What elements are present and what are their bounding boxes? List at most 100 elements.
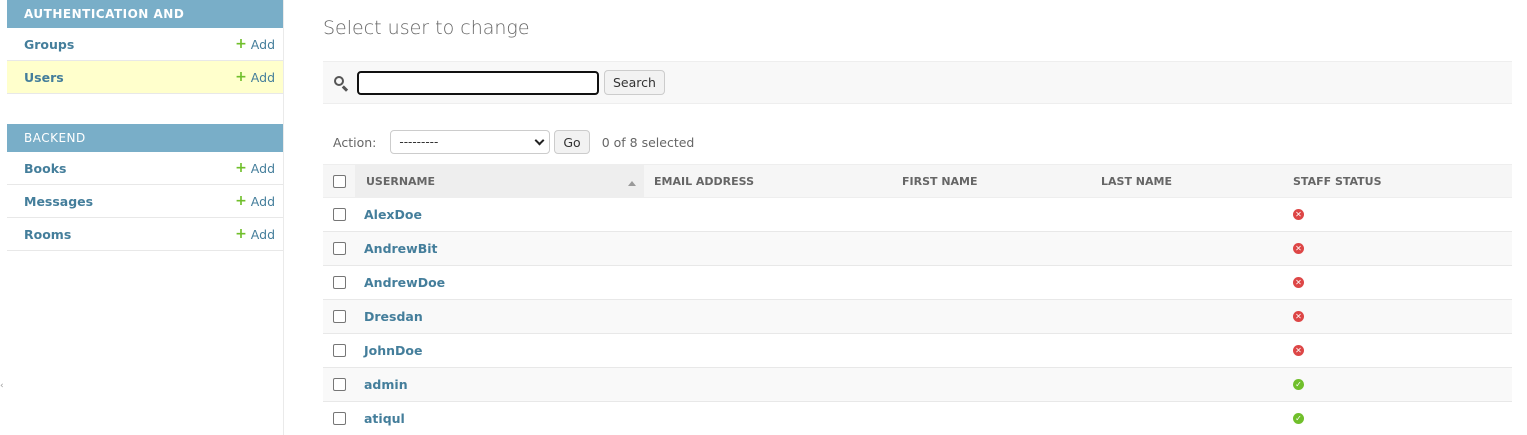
first-name-cell	[892, 300, 1091, 333]
add-users-link[interactable]: + Add	[235, 70, 275, 85]
email-cell	[644, 198, 892, 231]
sidebar-item-messages: Messages + Add	[7, 185, 283, 218]
column-label: LAST NAME	[1101, 174, 1172, 188]
sidebar-link-users[interactable]: Users	[24, 70, 64, 85]
add-label: Add	[250, 226, 275, 242]
add-label: Add	[250, 193, 275, 209]
add-label: Add	[250, 69, 275, 85]
table-row: AlexDoe ✕	[323, 198, 1512, 232]
username-link[interactable]: AlexDoe	[364, 207, 422, 222]
action-label: Action:	[333, 134, 377, 150]
last-name-cell	[1091, 334, 1283, 367]
module-caption-auth[interactable]: AUTHENTICATION AND AUTHORIZATION	[7, 0, 283, 49]
column-label: EMAIL ADDRESS	[654, 174, 755, 188]
go-button[interactable]: Go	[554, 130, 590, 154]
actions-bar: Action: --------- Go 0 of 8 selected	[333, 129, 694, 155]
column-label: STAFF STATUS	[1293, 174, 1382, 188]
staff-no-icon: ✕	[1293, 209, 1304, 220]
table-row: AndrewBit ✕	[323, 232, 1512, 266]
email-cell	[644, 266, 892, 299]
email-cell	[644, 402, 892, 435]
column-header-email[interactable]: EMAIL ADDRESS	[644, 165, 892, 197]
staff-no-icon: ✕	[1293, 243, 1304, 254]
table-row: JohnDoe ✕	[323, 334, 1512, 368]
table-header: USERNAME EMAIL ADDRESS FIRST NAME LAST N…	[323, 164, 1512, 198]
first-name-cell	[892, 334, 1091, 367]
email-cell	[644, 232, 892, 265]
first-name-cell	[892, 266, 1091, 299]
plus-icon: +	[235, 36, 247, 52]
username-link[interactable]: AndrewDoe	[364, 275, 445, 290]
last-name-cell	[1091, 300, 1283, 333]
add-label: Add	[250, 160, 275, 176]
row-checkbox[interactable]	[333, 378, 346, 391]
sidebar-item-users: Users + Add	[7, 61, 283, 94]
column-header-last-name[interactable]: LAST NAME	[1091, 165, 1283, 197]
email-cell	[644, 368, 892, 401]
username-link[interactable]: AndrewBit	[364, 241, 438, 256]
staff-yes-icon: ✓	[1293, 379, 1304, 390]
row-checkbox[interactable]	[333, 242, 346, 255]
select-all-checkbox[interactable]	[333, 174, 346, 188]
table-row: AndrewDoe ✕	[323, 266, 1512, 300]
action-select[interactable]: ---------	[390, 130, 551, 154]
action-selected-option: ---------	[399, 135, 439, 149]
column-label: USERNAME	[366, 174, 436, 188]
staff-no-icon: ✕	[1293, 311, 1304, 322]
username-link[interactable]: Dresdan	[364, 309, 423, 324]
sidebar-link-rooms[interactable]: Rooms	[24, 227, 71, 242]
row-checkbox[interactable]	[333, 310, 346, 323]
result-list: USERNAME EMAIL ADDRESS FIRST NAME LAST N…	[323, 164, 1512, 435]
username-link[interactable]: atiqul	[364, 411, 405, 426]
add-label: Add	[250, 36, 275, 52]
row-checkbox[interactable]	[333, 208, 346, 221]
table-row: Dresdan ✕	[323, 300, 1512, 334]
sort-ascending-icon[interactable]	[628, 180, 636, 186]
row-checkbox[interactable]	[333, 276, 346, 289]
staff-no-icon: ✕	[1293, 277, 1304, 288]
sidebar-link-books[interactable]: Books	[24, 161, 66, 176]
table-row: admin ✓	[323, 368, 1512, 402]
add-groups-link[interactable]: + Add	[235, 37, 275, 52]
email-cell	[644, 334, 892, 367]
first-name-cell	[892, 198, 1091, 231]
column-label: FIRST NAME	[902, 174, 978, 188]
add-messages-link[interactable]: + Add	[235, 194, 275, 209]
sidebar-toggle-handle[interactable]: ‹	[0, 381, 4, 391]
module-spacer	[7, 94, 283, 124]
staff-yes-icon: ✓	[1293, 413, 1304, 424]
first-name-cell	[892, 232, 1091, 265]
last-name-cell	[1091, 198, 1283, 231]
staff-no-icon: ✕	[1293, 345, 1304, 356]
plus-icon: +	[235, 226, 247, 242]
row-checkbox[interactable]	[333, 412, 346, 425]
column-header-first-name[interactable]: FIRST NAME	[892, 165, 1091, 197]
plus-icon: +	[235, 160, 247, 176]
username-link[interactable]: admin	[364, 377, 408, 392]
sidebar-nav: AUTHENTICATION AND AUTHORIZATION Groups …	[7, 0, 284, 435]
sidebar-link-messages[interactable]: Messages	[24, 194, 93, 209]
chevron-down-icon	[534, 135, 545, 145]
row-checkbox[interactable]	[333, 344, 346, 357]
search-icon	[333, 75, 349, 91]
sidebar-item-rooms: Rooms + Add	[7, 218, 283, 251]
table-row: atiqul ✓	[323, 402, 1512, 435]
search-input[interactable]	[357, 70, 599, 95]
page-title: Select user to change	[323, 17, 530, 39]
search-button[interactable]: Search	[604, 70, 665, 95]
first-name-cell	[892, 368, 1091, 401]
column-header-username[interactable]: USERNAME	[355, 165, 644, 197]
select-all-cell	[323, 165, 355, 197]
column-header-staff-status[interactable]: STAFF STATUS	[1283, 165, 1512, 197]
module-caption-backend[interactable]: BACKEND	[7, 124, 283, 152]
add-books-link[interactable]: + Add	[235, 161, 275, 176]
first-name-cell	[892, 402, 1091, 435]
last-name-cell	[1091, 232, 1283, 265]
selected-count: 0 of 8 selected	[601, 134, 695, 150]
last-name-cell	[1091, 402, 1283, 435]
sidebar-item-books: Books + Add	[7, 152, 283, 185]
sidebar-link-groups[interactable]: Groups	[24, 37, 74, 52]
plus-icon: +	[235, 193, 247, 209]
username-link[interactable]: JohnDoe	[364, 343, 422, 358]
add-rooms-link[interactable]: + Add	[235, 227, 275, 242]
